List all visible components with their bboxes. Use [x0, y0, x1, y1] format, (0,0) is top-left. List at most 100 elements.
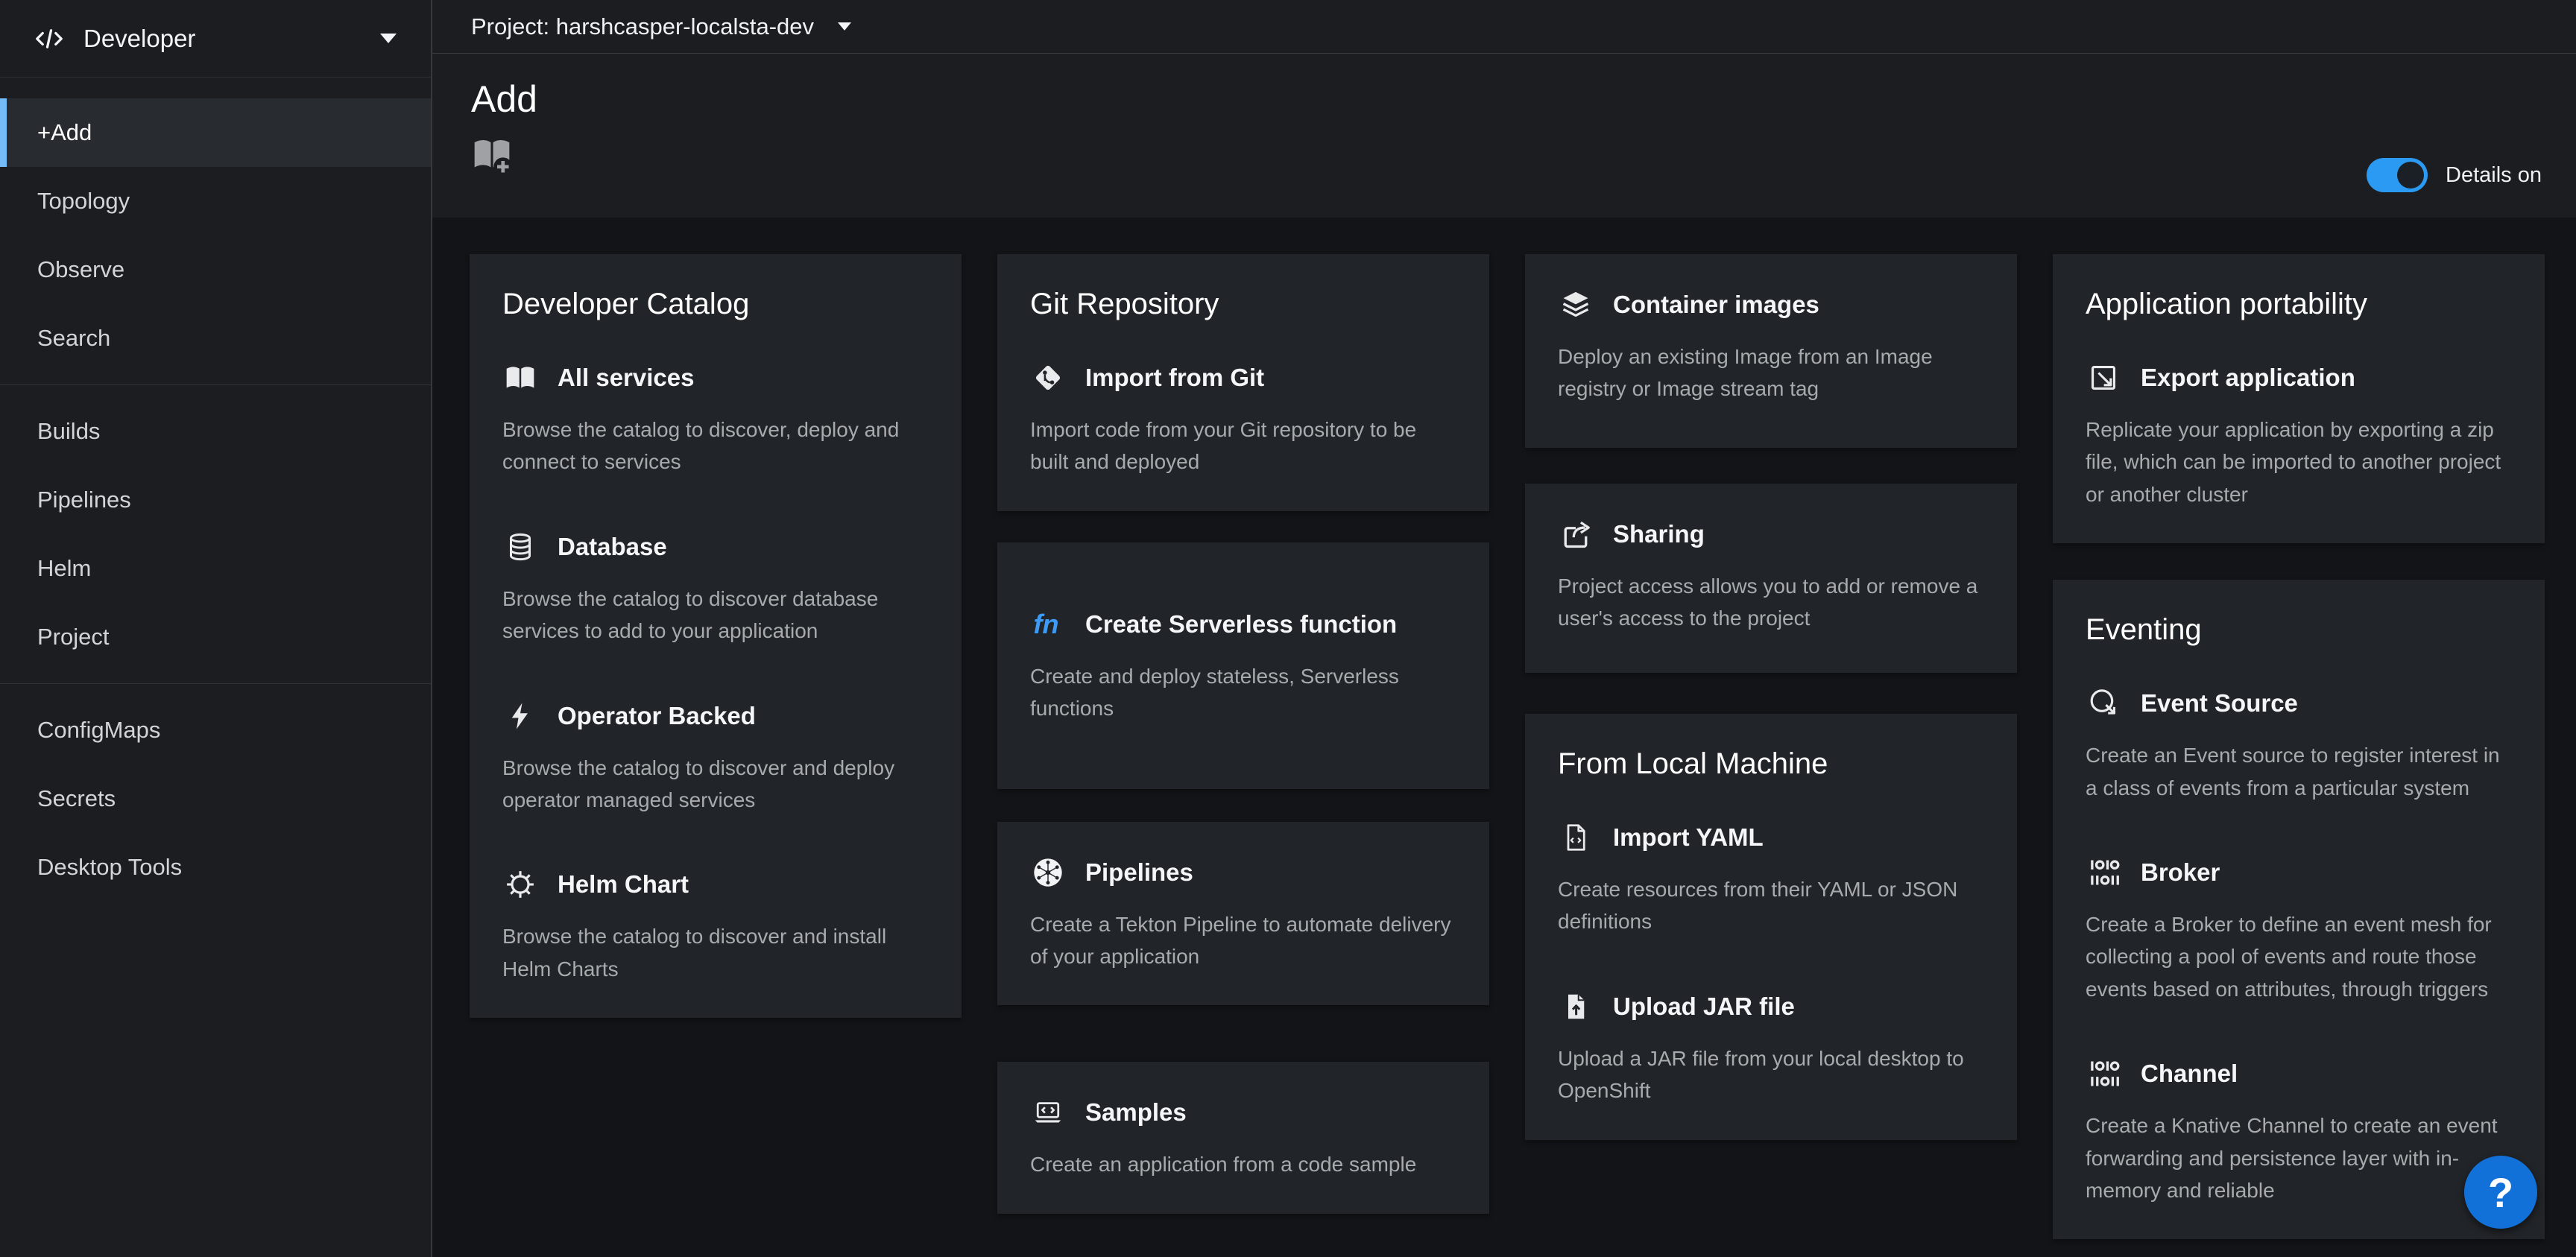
help-button[interactable]: ?: [2464, 1156, 2537, 1229]
item-label: Channel: [2141, 1060, 2238, 1088]
item-label: Container images: [1613, 291, 1819, 319]
sidebar-item-helm[interactable]: Helm: [0, 534, 431, 603]
channel-item[interactable]: Channel Create a Knative Channel to crea…: [2086, 1056, 2512, 1206]
item-label: Event Source: [2141, 689, 2298, 718]
chevron-down-icon: [380, 34, 397, 43]
item-label: Helm Chart: [558, 870, 689, 899]
item-description: Browse the catalog to discover and deplo…: [502, 752, 929, 817]
file-code-icon: [1558, 820, 1594, 855]
eventing-card: Eventing Event Source Create an Event s: [2053, 580, 2545, 1239]
item-label: Samples: [1085, 1098, 1187, 1127]
item-label: Import YAML: [1613, 823, 1764, 852]
event-source-item[interactable]: Event Source Create an Event source to r…: [2086, 686, 2512, 804]
sidebar-item-pipelines[interactable]: Pipelines: [0, 466, 431, 534]
item-label: Import from Git: [1085, 364, 1264, 392]
page-header: Add Details on: [432, 54, 2576, 218]
sidebar-item-add[interactable]: +Add: [0, 98, 431, 167]
sidebar-item-secrets[interactable]: Secrets: [0, 764, 431, 833]
container-images-item[interactable]: Container images Deploy an existing Imag…: [1558, 287, 1984, 405]
operator-backed-item[interactable]: Operator Backed Browse the catalog to di…: [502, 698, 929, 817]
sharing-card: Sharing Project access allows you to add…: [1525, 484, 2017, 673]
item-description: Create and deploy stateless, Serverless …: [1030, 660, 1456, 725]
sidebar-nav: +Add Topology Observe Search Builds Pipe…: [0, 77, 431, 902]
layers-icon: [1558, 287, 1594, 323]
laptop-code-icon: [1030, 1095, 1066, 1130]
database-icon: [502, 529, 538, 565]
item-description: Create a Broker to define an event mesh …: [2086, 908, 2512, 1005]
git-icon: [1030, 360, 1066, 396]
question-mark-icon: ?: [2488, 1168, 2513, 1217]
pipelines-item[interactable]: Pipelines Create a Tekton Pipeline to au…: [1030, 855, 1456, 973]
main-area: Project: harshcasper-localsta-dev Add De…: [432, 0, 2576, 1257]
sidebar-item-desktop-tools[interactable]: Desktop Tools: [0, 833, 431, 902]
sidebar: Developer +Add Topology Observe Search B…: [0, 0, 432, 1257]
binary-channel-icon: [2086, 1056, 2121, 1092]
item-description: Create resources from their YAML or JSON…: [1558, 873, 1984, 938]
item-description: Browse the catalog to discover and insta…: [502, 920, 929, 985]
card-column-2: Git Repository Import from Git: [997, 254, 1489, 1214]
helm-wheel-icon: [502, 867, 538, 902]
quick-start-book-plus-icon[interactable]: [471, 135, 513, 177]
helm-chart-item[interactable]: Helm Chart Browse the catalog to discove…: [502, 867, 929, 985]
item-description: Project access allows you to add or remo…: [1558, 570, 1984, 635]
serverless-function-card: fn Create Serverless function Create and…: [997, 542, 1489, 789]
svg-text:fn: fn: [1034, 609, 1059, 639]
item-description: Upload a JAR file from your local deskto…: [1558, 1042, 1984, 1107]
item-label: Export application: [2141, 364, 2355, 392]
item-description: Replicate your application by exporting …: [2086, 414, 2512, 510]
sidebar-item-topology[interactable]: Topology: [0, 167, 431, 235]
sidebar-item-builds[interactable]: Builds: [0, 397, 431, 466]
developer-catalog-card: Developer Catalog All services Browse th…: [470, 254, 962, 1018]
project-selector[interactable]: Project: harshcasper-localsta-dev: [432, 0, 2576, 54]
application-portability-card: Application portability Export applicati…: [2053, 254, 2545, 543]
card-column-4: Application portability Export applicati…: [2053, 254, 2545, 1239]
sidebar-item-project[interactable]: Project: [0, 603, 431, 671]
item-label: Broker: [2141, 858, 2220, 887]
import-from-git-item[interactable]: Import from Git Import code from your Gi…: [1030, 360, 1456, 478]
add-page-content: Developer Catalog All services Browse th…: [432, 218, 2576, 1257]
binary-broker-icon: [2086, 855, 2121, 890]
bolt-icon: [502, 698, 538, 734]
share-square-icon: [1558, 516, 1594, 552]
export-application-item[interactable]: Export application Replicate your applic…: [2086, 360, 2512, 510]
chevron-down-icon: [838, 22, 851, 31]
all-services-item[interactable]: All services Browse the catalog to disco…: [502, 360, 929, 478]
item-description: Browse the catalog to discover database …: [502, 583, 929, 648]
item-description: Create an Event source to register inter…: [2086, 739, 2512, 804]
item-label: Upload JAR file: [1613, 992, 1795, 1021]
samples-item[interactable]: Samples Create an application from a cod…: [1030, 1095, 1456, 1180]
from-local-machine-card: From Local Machine Import YAML: [1525, 714, 2017, 1140]
perspective-label: Developer: [83, 25, 195, 53]
git-repository-card: Git Repository Import from Git: [997, 254, 1489, 511]
toggle-knob: [2397, 162, 2424, 189]
database-item[interactable]: Database Browse the catalog to discover …: [502, 529, 929, 648]
item-description: Create a Knative Channel to create an ev…: [2086, 1109, 2512, 1206]
tekton-pipelines-icon: [1030, 855, 1066, 890]
sidebar-divider: [0, 683, 431, 684]
card-column-1: Developer Catalog All services Browse th…: [470, 254, 962, 1018]
import-yaml-item[interactable]: Import YAML Create resources from their …: [1558, 820, 1984, 938]
sidebar-item-observe[interactable]: Observe: [0, 235, 431, 304]
sidebar-divider: [0, 384, 431, 385]
container-images-card: Container images Deploy an existing Imag…: [1525, 254, 2017, 448]
item-label: Sharing: [1613, 520, 1705, 548]
card-title: Application portability: [2086, 287, 2512, 321]
item-label: Create Serverless function: [1085, 610, 1397, 639]
item-description: Browse the catalog to discover, deploy a…: [502, 414, 929, 478]
sidebar-item-search[interactable]: Search: [0, 304, 431, 373]
item-label: Operator Backed: [558, 702, 756, 730]
export-icon: [2086, 360, 2121, 396]
item-label: Database: [558, 533, 667, 561]
card-title: From Local Machine: [1558, 747, 1984, 781]
create-serverless-function-item[interactable]: fn Create Serverless function Create and…: [1030, 607, 1456, 725]
perspective-switcher[interactable]: Developer: [0, 0, 431, 77]
upload-jar-item[interactable]: Upload JAR file Upload a JAR file from y…: [1558, 989, 1984, 1107]
details-toggle-switch[interactable]: [2367, 158, 2428, 192]
project-selector-label: Project: harshcasper-localsta-dev: [471, 13, 814, 40]
card-title: Developer Catalog: [502, 287, 929, 321]
item-label: Pipelines: [1085, 858, 1193, 887]
sharing-item[interactable]: Sharing Project access allows you to add…: [1558, 516, 1984, 635]
code-icon: [34, 24, 64, 54]
broker-item[interactable]: Broker Create a Broker to define an even…: [2086, 855, 2512, 1005]
sidebar-item-configmaps[interactable]: ConfigMaps: [0, 696, 431, 764]
